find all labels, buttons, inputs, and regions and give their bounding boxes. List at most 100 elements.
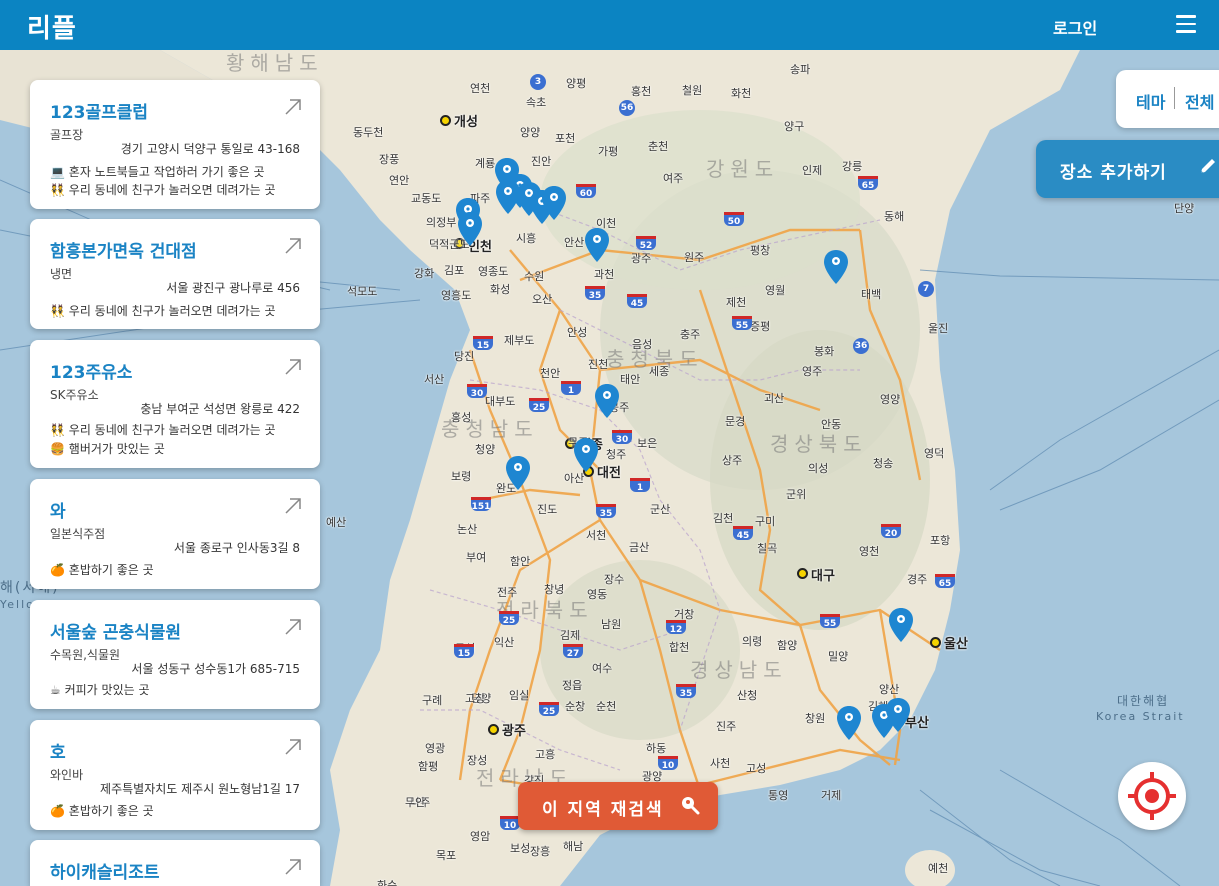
town-label: 청양 (475, 443, 496, 456)
open-arrow-icon[interactable] (284, 858, 302, 876)
place-address: 서울 종로구 인사동3길 8 (173, 541, 300, 555)
town-label: 진안 (531, 155, 552, 168)
town-label: 사천 (710, 757, 731, 770)
highway-shield: 30 (467, 384, 487, 399)
region-label: 강원도 (706, 157, 780, 181)
highway-shield: 60 (576, 184, 596, 199)
town-label: 의성 (808, 462, 829, 475)
sea-label: 대한해협 (1117, 694, 1170, 708)
place-tag: 💻 혼자 노트북들고 작업하러 가기 좋은 곳 (50, 165, 265, 179)
crosshair-locate-icon (1128, 772, 1176, 820)
place-name[interactable]: 함흥본가면옥 건대점 (50, 237, 197, 262)
highway-shield: 10 (500, 816, 520, 831)
town-label: 장흥 (530, 845, 551, 858)
highway-shield: 25 (539, 702, 559, 717)
open-arrow-icon[interactable] (284, 358, 302, 376)
open-arrow-icon[interactable] (284, 738, 302, 756)
place-card[interactable]: 와 일본식주점 서울 종로구 인사동3길 8 🍊 혼밥하기 좋은 곳 (30, 479, 320, 589)
open-arrow-icon[interactable] (284, 497, 302, 515)
place-pin-icon[interactable] (886, 698, 910, 732)
town-label: 가평 (598, 145, 619, 158)
place-tag: 👯 우리 동네에 친구가 놀러오면 데려가는 곳 (50, 304, 276, 318)
current-location-button[interactable] (1118, 762, 1186, 830)
town-label: 보성 (510, 842, 531, 855)
town-label: 문경 (725, 415, 746, 428)
town-label: 충주 (680, 328, 701, 341)
town-label: 합천 (669, 641, 690, 654)
town-label: 석모도 (347, 285, 378, 298)
place-tag: 👯 우리 동네에 친구가 놀러오면 데려가는 곳 (50, 423, 276, 437)
place-name[interactable]: 123골프클럽 (50, 98, 148, 123)
place-name[interactable]: 123주유소 (50, 358, 132, 383)
town-label: 김천 (713, 512, 734, 525)
town-label: 홍성 (451, 411, 472, 424)
place-card[interactable]: 서울숲 곤충식물원 수목원,식물원 서울 성동구 성수동1가 685-715 ☕… (30, 600, 320, 709)
add-place-button[interactable]: 장소 추가하기 (1036, 140, 1219, 198)
place-name[interactable]: 서울숲 곤충식물원 (50, 618, 181, 643)
place-pin-icon[interactable] (542, 186, 566, 220)
place-pin-icon[interactable] (595, 384, 619, 418)
all-button[interactable]: 전체 (1185, 89, 1214, 113)
place-name[interactable]: 호 (50, 738, 66, 763)
place-name[interactable]: 하이캐슬리조트 (50, 858, 159, 883)
hamburger-menu-icon[interactable] (1176, 15, 1196, 33)
open-arrow-icon[interactable] (284, 618, 302, 636)
town-label: 동해 (884, 210, 905, 223)
highway-shield: 3 (530, 74, 546, 90)
town-label: 동두천 (353, 126, 384, 139)
town-label: 양산 (879, 683, 900, 696)
town-label: 장성 (467, 754, 488, 767)
town-label: 당진 (454, 350, 475, 363)
place-category: 냉면 (50, 267, 73, 281)
place-card[interactable]: 하이캐슬리조트 (30, 840, 320, 886)
town-label: 영주 (802, 365, 823, 378)
town-label: 영광 (425, 742, 446, 755)
city-label: 대구 (811, 569, 835, 584)
place-name[interactable]: 와 (50, 497, 66, 522)
highway-shield: 56 (619, 100, 635, 116)
place-pin-icon[interactable] (837, 706, 861, 740)
place-category: 와인바 (50, 768, 84, 782)
city-label: 울산 (944, 637, 968, 652)
research-area-button[interactable]: 이 지역 재검색 (518, 782, 718, 830)
town-label: 여주 (663, 172, 684, 185)
town-label: 평창 (750, 244, 771, 257)
highway-shield: 1 (630, 478, 650, 493)
town-label: 인제 (802, 164, 823, 177)
town-label: 통영 (768, 789, 789, 802)
town-label: 서천 (586, 529, 607, 542)
highway-shield: 7 (918, 281, 934, 297)
highway-shield: 36 (853, 338, 869, 354)
place-address: 제주특별자치도 제주시 원노형남1길 17 (100, 782, 300, 796)
place-card[interactable]: 함흥본가면옥 건대점 냉면 서울 광진구 광나루로 456 👯 우리 동네에 친… (30, 219, 320, 329)
town-label: 남원 (601, 618, 622, 631)
open-arrow-icon[interactable] (284, 98, 302, 116)
town-label: 칠곡 (757, 542, 778, 555)
highway-shield: 35 (596, 504, 616, 519)
place-address: 경기 고양시 덕양구 통일로 43-168 (120, 142, 300, 156)
place-card[interactable]: 123주유소 SK주유소 충남 부여군 석성면 왕릉로 422 👯 우리 동네에… (30, 340, 320, 468)
place-pin-icon[interactable] (585, 228, 609, 262)
theme-button[interactable]: 테마 (1136, 89, 1165, 113)
place-card[interactable]: 123골프클럽 골프장 경기 고양시 덕양구 통일로 43-168 💻 혼자 노… (30, 80, 320, 209)
town-label: 보령 (451, 470, 472, 483)
place-category: 골프장 (50, 128, 84, 142)
place-pin-icon[interactable] (824, 250, 848, 284)
place-pin-icon[interactable] (458, 212, 482, 246)
town-label: 화천 (731, 87, 752, 100)
town-label: 여수 (592, 662, 613, 675)
town-label: 논산 (457, 523, 478, 536)
place-pin-icon[interactable] (506, 456, 530, 490)
place-pin-icon[interactable] (574, 438, 598, 472)
login-button[interactable]: 로그인 (1053, 15, 1097, 39)
town-label: 영흥도 (441, 289, 472, 302)
highway-shield: 27 (563, 644, 583, 659)
place-pin-icon[interactable] (889, 608, 913, 642)
highway-shield: 35 (585, 286, 605, 301)
town-label: 구미 (755, 515, 776, 528)
app-logo[interactable]: 리플 (27, 8, 77, 45)
place-address: 서울 광진구 광나루로 456 (166, 281, 300, 295)
city-marker (440, 115, 451, 126)
place-card[interactable]: 호 와인바 제주특별자치도 제주시 원노형남1길 17 🍊 혼밥하기 좋은 곳 (30, 720, 320, 830)
open-arrow-icon[interactable] (284, 237, 302, 255)
